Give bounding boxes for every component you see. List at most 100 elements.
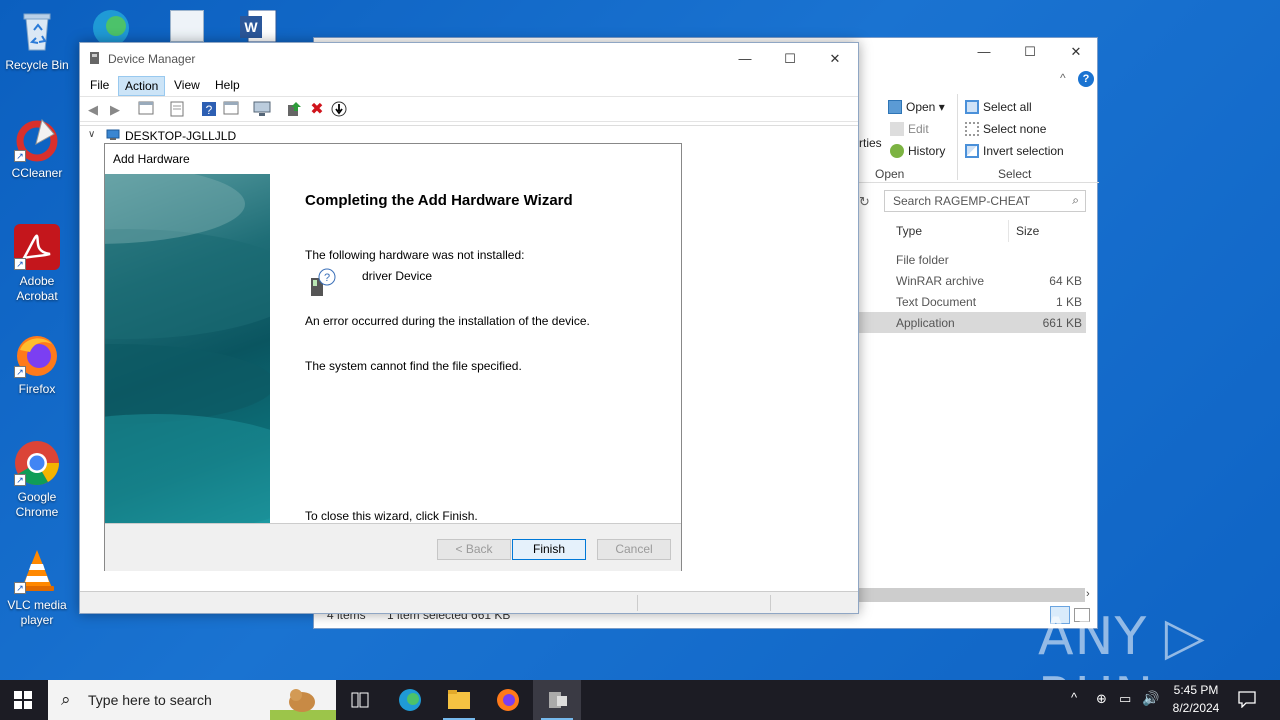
windows-start-icon[interactable] — [14, 691, 32, 709]
file-row[interactable]: WinRAR archive 64 KB — [859, 270, 1086, 291]
edge-taskbar-icon[interactable] — [386, 680, 434, 720]
file-explorer-taskbar-icon[interactable] — [435, 680, 483, 720]
menu-bar: File Action View Help — [80, 74, 858, 96]
search-placeholder: Type here to search — [88, 692, 212, 708]
back-button[interactable]: < Back — [437, 539, 511, 560]
history-icon — [890, 144, 904, 158]
desktop-icon-label: Adobe Acrobat — [16, 274, 58, 303]
device-manager-taskbar-icon[interactable] — [533, 680, 581, 720]
column-header-size[interactable]: Size — [1016, 224, 1039, 238]
open-button[interactable]: Open ▾ — [888, 100, 945, 114]
ethernet-icon[interactable]: ▭ — [1119, 691, 1131, 707]
edit-icon — [890, 122, 904, 136]
invert-selection-icon — [965, 144, 979, 158]
collapse-ribbon-icon[interactable]: ^ — [1060, 71, 1066, 85]
tree-root-computer-name[interactable]: DESKTOP-JGLLJLD — [125, 129, 236, 143]
menu-action[interactable]: Action — [118, 76, 166, 96]
svg-text:W: W — [244, 19, 258, 35]
tree-expand-chevron-icon[interactable]: ∨ — [88, 129, 95, 140]
help-icon[interactable]: ? — [200, 101, 218, 119]
invert-selection-button[interactable]: Invert selection — [965, 144, 1064, 158]
firefox-taskbar-icon[interactable] — [484, 680, 532, 720]
ribbon-group-open: Open — [875, 167, 905, 181]
desktop-icon-label: Google Chrome — [15, 490, 59, 519]
desktop-icon-recycle-bin[interactable]: Recycle Bin — [0, 8, 74, 73]
search-highlight-image — [270, 680, 336, 720]
close-button[interactable]: ✕ — [1053, 38, 1099, 66]
vlc-icon: ↗ — [14, 548, 60, 594]
minimize-button[interactable]: — — [961, 38, 1007, 66]
adobe-acrobat-icon: ↗ — [14, 224, 60, 270]
back-arrow-icon[interactable]: ◀ — [84, 101, 102, 119]
toolbar: ◀ ▶ ? ✖ — [80, 96, 858, 122]
chrome-icon: ↗ — [14, 440, 60, 486]
svg-text:?: ? — [206, 103, 213, 117]
help-icon[interactable]: ? — [1078, 71, 1094, 87]
search-input[interactable]: Search RAGEMP-CHEAT ⌕ — [884, 190, 1086, 212]
forward-arrow-icon[interactable]: ▶ — [106, 101, 124, 119]
file-row[interactable]: File folder — [859, 249, 1086, 270]
clock-time[interactable]: 5:45 PM — [1166, 683, 1226, 697]
file-row[interactable]: Text Document 1 KB — [859, 291, 1086, 312]
minimize-button[interactable]: — — [722, 43, 768, 74]
horizontal-scrollbar-thumb[interactable] — [859, 588, 1085, 602]
properties-icon[interactable] — [168, 101, 186, 119]
uninstall-device-icon[interactable]: ✖ — [308, 101, 326, 119]
network-status-icon[interactable]: ⊕ — [1096, 691, 1107, 707]
ribbon-group-select: Select — [998, 167, 1032, 181]
desktop-icon-firefox[interactable]: ↗ Firefox — [0, 332, 74, 397]
desktop-icon-adobe-acrobat[interactable]: ↗ Adobe Acrobat — [0, 224, 74, 304]
window-title: Device Manager — [108, 52, 196, 66]
desktop-icon-google-chrome[interactable]: ↗ Google Chrome — [0, 440, 74, 520]
select-all-button[interactable]: Select all — [965, 100, 1032, 114]
word-document-desktop-icon[interactable]: W — [240, 9, 280, 43]
image-file-desktop-icon[interactable] — [170, 10, 204, 42]
select-none-button[interactable]: Select none — [965, 122, 1046, 136]
taskbar: ⌕ Type here to search ^ ⊕ ▭ 🔊 5:45 PM 8/… — [0, 680, 1280, 720]
wizard-button-bar: < Back Finish Cancel — [105, 523, 681, 571]
desktop-icon-label: Firefox — [18, 382, 56, 396]
desktop-icon-label: VLC media player — [7, 598, 67, 627]
menu-help[interactable]: Help — [209, 76, 246, 96]
error-message: An error occurred during the installatio… — [305, 314, 590, 328]
column-header-type[interactable]: Type — [896, 224, 922, 238]
wizard-heading: Completing the Add Hardware Wizard — [305, 192, 573, 209]
maximize-button[interactable]: ☐ — [1007, 38, 1053, 66]
file-row-selected[interactable]: Application 661 KB — [859, 312, 1086, 333]
refresh-icon[interactable]: ↻ — [859, 194, 870, 210]
show-hidden-icons-chevron-icon[interactable]: ^ — [1071, 690, 1077, 705]
update-driver-icon[interactable] — [285, 101, 303, 119]
recycle-bin-icon — [14, 8, 60, 54]
not-installed-label: The following hardware was not installed… — [305, 248, 525, 262]
cancel-button[interactable]: Cancel — [597, 539, 671, 560]
add-hardware-wizard[interactable]: Add Hardware Completing the Add Hardware… — [104, 143, 682, 571]
history-button[interactable]: History — [890, 144, 945, 158]
close-button[interactable]: ✕ — [812, 43, 858, 74]
ccleaner-icon: ↗ — [14, 116, 60, 162]
open-icon — [888, 100, 902, 114]
desktop-icon-vlc[interactable]: ↗ VLC media player — [0, 548, 74, 628]
close-hint: To close this wizard, click Finish. — [305, 509, 478, 523]
show-hide-console-tree-icon[interactable] — [137, 101, 155, 119]
maximize-button[interactable]: ☐ — [767, 43, 813, 74]
desktop-icon-ccleaner[interactable]: ↗ CCleaner — [0, 116, 74, 181]
finish-button[interactable]: Finish — [512, 539, 586, 560]
edit-button[interactable]: Edit — [890, 122, 929, 136]
notifications-icon[interactable] — [1238, 690, 1256, 709]
error-detail: The system cannot find the file specifie… — [305, 359, 522, 373]
taskbar-search-box[interactable]: ⌕ Type here to search — [48, 680, 336, 720]
task-view-icon[interactable] — [336, 680, 384, 720]
properties-button[interactable]: rties — [859, 136, 882, 150]
volume-icon[interactable]: 🔊 — [1142, 690, 1159, 707]
menu-file[interactable]: File — [84, 76, 115, 96]
edge-desktop-icon[interactable] — [88, 6, 134, 46]
column-divider[interactable] — [1008, 220, 1009, 242]
scan-hardware-changes-icon[interactable] — [253, 101, 271, 119]
clock-date[interactable]: 8/2/2024 — [1166, 701, 1226, 715]
show-hidden-devices-icon[interactable] — [222, 101, 240, 119]
ribbon-bottom-border — [859, 182, 1099, 183]
menu-view[interactable]: View — [168, 76, 206, 96]
disable-device-icon[interactable] — [330, 101, 348, 119]
firefox-icon: ↗ — [14, 332, 60, 378]
scroll-right-arrow-icon[interactable]: › — [1086, 588, 1090, 600]
